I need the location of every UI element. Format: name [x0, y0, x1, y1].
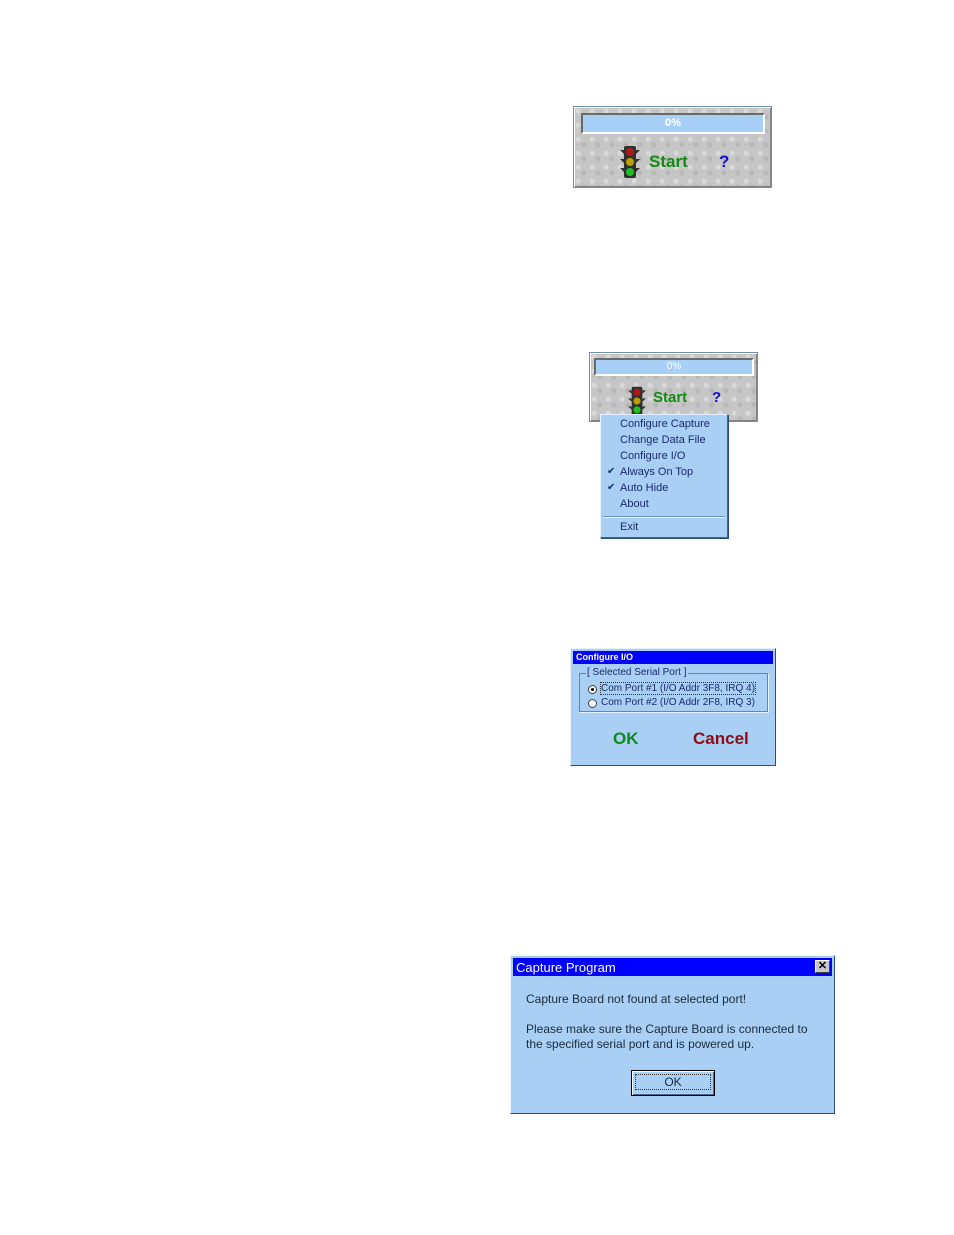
- menu-item-always-on-top[interactable]: ✔ Always On Top: [601, 465, 727, 481]
- dialog-title: Capture Program: [516, 960, 616, 975]
- start-button[interactable]: Start: [649, 152, 688, 172]
- start-button[interactable]: Start: [653, 389, 687, 406]
- menu-item-label: Exit: [620, 521, 639, 533]
- menu-item-label: About: [620, 498, 649, 510]
- error-message: Capture Board not found at selected port…: [526, 992, 747, 1006]
- progress-text: 0%: [666, 361, 682, 372]
- help-label: ?: [712, 389, 722, 406]
- start-label: Start: [649, 152, 688, 171]
- serial-port-group: [ Selected Serial Port ] Com Port #1 (I/…: [579, 667, 768, 712]
- menu-item-exit[interactable]: Exit: [601, 520, 727, 536]
- menu-item-about[interactable]: About: [601, 497, 727, 513]
- checkmark-icon: ✔: [607, 482, 616, 493]
- ok-label: OK: [613, 729, 639, 748]
- help-button[interactable]: ?: [712, 389, 721, 406]
- progress-bar: 0%: [581, 113, 765, 134]
- checkmark-icon: ✔: [607, 466, 616, 477]
- progress-bar: 0%: [594, 358, 754, 376]
- option-label: Com Port #2 (I/O Addr 2F8, IRQ 3): [601, 697, 755, 708]
- context-menu: Configure Capture Change Data File Confi…: [600, 414, 728, 538]
- cancel-button[interactable]: Cancel: [693, 729, 749, 749]
- traffic-light-icon: [628, 386, 646, 416]
- start-label: Start: [653, 389, 688, 406]
- help-label: ?: [719, 152, 730, 171]
- help-button[interactable]: ?: [719, 152, 729, 172]
- instruction-line-2: the specified serial port and is powered…: [526, 1037, 755, 1051]
- close-icon[interactable]: ✕: [815, 960, 830, 973]
- capture-program-dialog: Capture Program ✕ Capture Board not foun…: [510, 955, 835, 1114]
- option-label: Com Port #1 (I/O Addr 3F8, IRQ 4): [600, 682, 756, 695]
- menu-item-label: Configure Capture: [620, 418, 710, 430]
- radio-button-selected[interactable]: [588, 685, 597, 694]
- menu-item-label: Auto Hide: [620, 482, 669, 494]
- menu-item-configure-io[interactable]: Configure I/O: [601, 449, 727, 465]
- menu-item-label: Configure I/O: [620, 450, 686, 462]
- radio-button[interactable]: [588, 699, 597, 708]
- radio-dot: [591, 688, 594, 691]
- title-bar[interactable]: Configure I/O: [573, 651, 773, 664]
- dialog-title: Configure I/O: [576, 652, 633, 662]
- capture-widget: 0% Start ?: [573, 106, 772, 188]
- title-bar[interactable]: Capture Program ✕: [513, 958, 832, 976]
- capture-widget-menu-open: 0% Start ?: [589, 352, 758, 422]
- menu-item-label: Always On Top: [620, 466, 694, 478]
- configure-io-dialog: Configure I/O [ Selected Serial Port ] C…: [570, 648, 776, 766]
- ok-button[interactable]: OK: [631, 1070, 715, 1096]
- menu-item-label: Change Data File: [620, 434, 706, 446]
- menu-item-configure-capture[interactable]: Configure Capture: [601, 417, 727, 433]
- menu-separator: [603, 516, 725, 518]
- menu-item-change-data-file[interactable]: Change Data File: [601, 433, 727, 449]
- cancel-label: Cancel: [693, 729, 749, 748]
- ok-label: OK: [635, 1074, 711, 1090]
- ok-button[interactable]: OK: [613, 729, 639, 749]
- menu-item-auto-hide[interactable]: ✔ Auto Hide: [601, 481, 727, 497]
- traffic-light-icon: [620, 146, 640, 178]
- group-label: [ Selected Serial Port ]: [586, 667, 688, 678]
- instruction-line-1: Please make sure the Capture Board is co…: [526, 1022, 808, 1036]
- progress-text: 0%: [665, 117, 681, 129]
